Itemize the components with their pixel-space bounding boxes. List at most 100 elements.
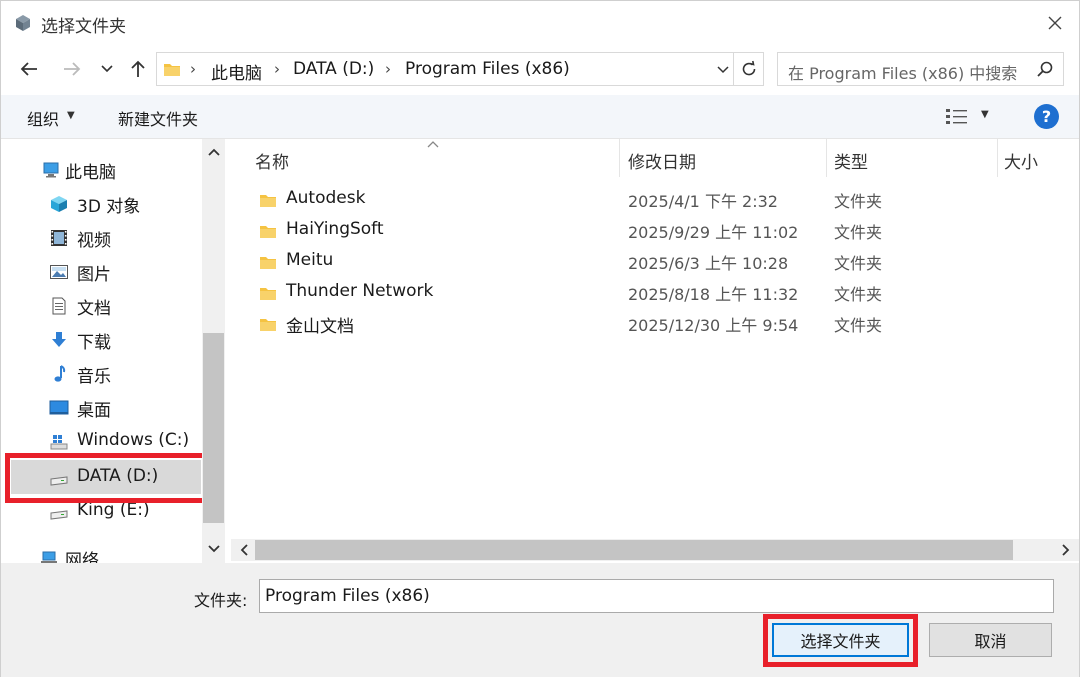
- select-folder-dialog: 选择文件夹 › 此电脑 › DATA (D:) › Program Files …: [0, 0, 1080, 677]
- music-icon: [54, 365, 66, 382]
- window-title: 选择文件夹: [41, 17, 126, 37]
- recent-locations-button[interactable]: [93, 53, 121, 85]
- refresh-icon: [742, 60, 755, 76]
- folder-icon: [260, 195, 276, 207]
- file-row[interactable]: Meitu 2025/6/3 上午 10:28 文件夹: [251, 248, 1051, 278]
- breadcrumb-separator: ›: [385, 60, 391, 78]
- title-bar: 选择文件夹: [1, 1, 1080, 45]
- sidebar-item-downloads[interactable]: 下载: [1, 323, 201, 355]
- help-icon[interactable]: ?: [1034, 104, 1059, 129]
- breadcrumb-this-pc[interactable]: 此电脑: [211, 59, 262, 84]
- scroll-right-button[interactable]: [1057, 541, 1075, 559]
- sidebar-item-label: 网络: [65, 551, 99, 563]
- search-icon[interactable]: [1036, 60, 1054, 78]
- file-name: Meitu: [286, 250, 334, 270]
- new-folder-button[interactable]: 新建文件夹: [118, 106, 198, 130]
- caret-down-icon: ▼: [67, 110, 75, 121]
- column-size-label: 大小: [1004, 153, 1038, 173]
- file-type: 文件夹: [834, 285, 883, 304]
- chevron-right-icon: [1062, 544, 1070, 556]
- file-type: 文件夹: [834, 192, 883, 211]
- sidebar-item-this-pc[interactable]: 此电脑: [1, 153, 201, 185]
- sidebar-item-label: 3D 对象: [77, 197, 141, 217]
- sidebar-item-videos[interactable]: 视频: [1, 221, 201, 253]
- file-row[interactable]: 金山文档 2025/12/30 上午 9:54 文件夹: [251, 310, 1051, 340]
- sidebar-item-label: 文档: [77, 299, 111, 319]
- back-button[interactable]: [14, 53, 44, 85]
- address-bar[interactable]: › 此电脑 › DATA (D:) › Program Files (x86): [156, 52, 734, 86]
- chevron-up-icon: [207, 148, 220, 156]
- chevron-down-icon: [207, 545, 220, 553]
- arrow-right-icon: [64, 62, 81, 76]
- sidebar-item-label: 桌面: [77, 401, 111, 421]
- column-name-label: 名称: [255, 153, 289, 173]
- documents-icon: [52, 297, 66, 315]
- sidebar-item-label: 图片: [77, 265, 111, 285]
- file-date: 2025/12/30 上午 9:54: [628, 316, 799, 335]
- folder-icon: [260, 288, 276, 300]
- breadcrumb-data-drive[interactable]: DATA (D:): [293, 59, 374, 79]
- sort-ascending-icon: [427, 141, 439, 148]
- view-caret-down-icon[interactable]: ▼: [981, 109, 989, 120]
- column-header-date[interactable]: 修改日期: [620, 139, 826, 177]
- column-type-label: 类型: [834, 153, 868, 173]
- refresh-button[interactable]: [734, 52, 764, 86]
- folder-name-input[interactable]: [259, 579, 1054, 613]
- highlight-box-drive: [5, 453, 211, 503]
- organize-label: 组织: [27, 110, 60, 129]
- close-button[interactable]: [1037, 7, 1073, 39]
- sidebar-item-label: 音乐: [77, 367, 111, 387]
- sidebar-item-desktop[interactable]: 桌面: [1, 391, 201, 423]
- scrollbar-thumb[interactable]: [255, 540, 1013, 560]
- up-button[interactable]: [123, 53, 153, 85]
- breadcrumb-program-files[interactable]: Program Files (x86): [405, 59, 570, 79]
- forward-button[interactable]: [57, 53, 87, 85]
- arrow-up-icon: [131, 60, 145, 77]
- scroll-up-button[interactable]: [202, 143, 225, 161]
- close-icon: [1048, 16, 1062, 30]
- sidebar-item-music[interactable]: 音乐: [1, 357, 201, 389]
- address-dropdown-icon[interactable]: [715, 61, 731, 77]
- sidebar-item-network[interactable]: 网络: [1, 541, 201, 563]
- scrollbar-thumb[interactable]: [203, 333, 224, 523]
- sidebar-item-label: 下载: [77, 333, 111, 353]
- video-icon: [51, 230, 67, 246]
- sidebar-item-label: 视频: [77, 231, 111, 251]
- file-row[interactable]: Autodesk 2025/4/1 下午 2:32 文件夹: [251, 186, 1051, 216]
- sidebar-item-3d-objects[interactable]: 3D 对象: [1, 187, 201, 219]
- folder-icon: [260, 257, 276, 269]
- horizontal-scrollbar[interactable]: [231, 539, 1079, 561]
- sidebar-item-documents[interactable]: 文档: [1, 289, 201, 321]
- column-header-type[interactable]: 类型: [827, 139, 997, 177]
- computer-icon: [43, 162, 59, 178]
- column-header-name[interactable]: 名称: [231, 139, 619, 177]
- file-type: 文件夹: [834, 254, 883, 273]
- file-row[interactable]: HaiYingSoft 2025/9/29 上午 11:02 文件夹: [251, 217, 1051, 247]
- file-date: 2025/8/18 上午 11:32: [628, 285, 799, 304]
- cancel-button[interactable]: 取消: [929, 623, 1052, 657]
- scroll-left-button[interactable]: [235, 541, 253, 559]
- file-name: 金山文档: [286, 317, 354, 337]
- breadcrumb-separator: ›: [190, 60, 196, 78]
- search-placeholder[interactable]: 在 Program Files (x86) 中搜索: [788, 60, 1017, 84]
- view-options-icon[interactable]: [945, 107, 969, 125]
- column-header-size[interactable]: 大小: [998, 139, 1078, 177]
- folder-icon: [260, 226, 276, 238]
- folder-field-label: 文件夹:: [194, 591, 248, 610]
- file-date: 2025/6/3 上午 10:28: [628, 254, 789, 273]
- file-row[interactable]: Thunder Network 2025/8/18 上午 11:32 文件夹: [251, 279, 1051, 309]
- file-list: 名称 修改日期 类型 大小 Autodesk 2025/4/1 下午 2:32 …: [231, 139, 1079, 539]
- navigation-scrollbar[interactable]: [202, 139, 225, 563]
- file-name: HaiYingSoft: [286, 219, 384, 239]
- scroll-down-button[interactable]: [202, 540, 225, 558]
- arrow-left-icon: [20, 62, 37, 76]
- file-date: 2025/4/1 下午 2:32: [628, 192, 778, 211]
- file-type: 文件夹: [834, 316, 883, 335]
- organize-menu[interactable]: 组织 ▼: [27, 106, 75, 130]
- 3d-objects-icon: [51, 196, 67, 212]
- folder-icon: [164, 64, 180, 76]
- folder-icon: [260, 319, 276, 331]
- highlight-box-select-button: [763, 614, 918, 667]
- sidebar-item-pictures[interactable]: 图片: [1, 255, 201, 287]
- search-box[interactable]: 在 Program Files (x86) 中搜索: [777, 52, 1064, 86]
